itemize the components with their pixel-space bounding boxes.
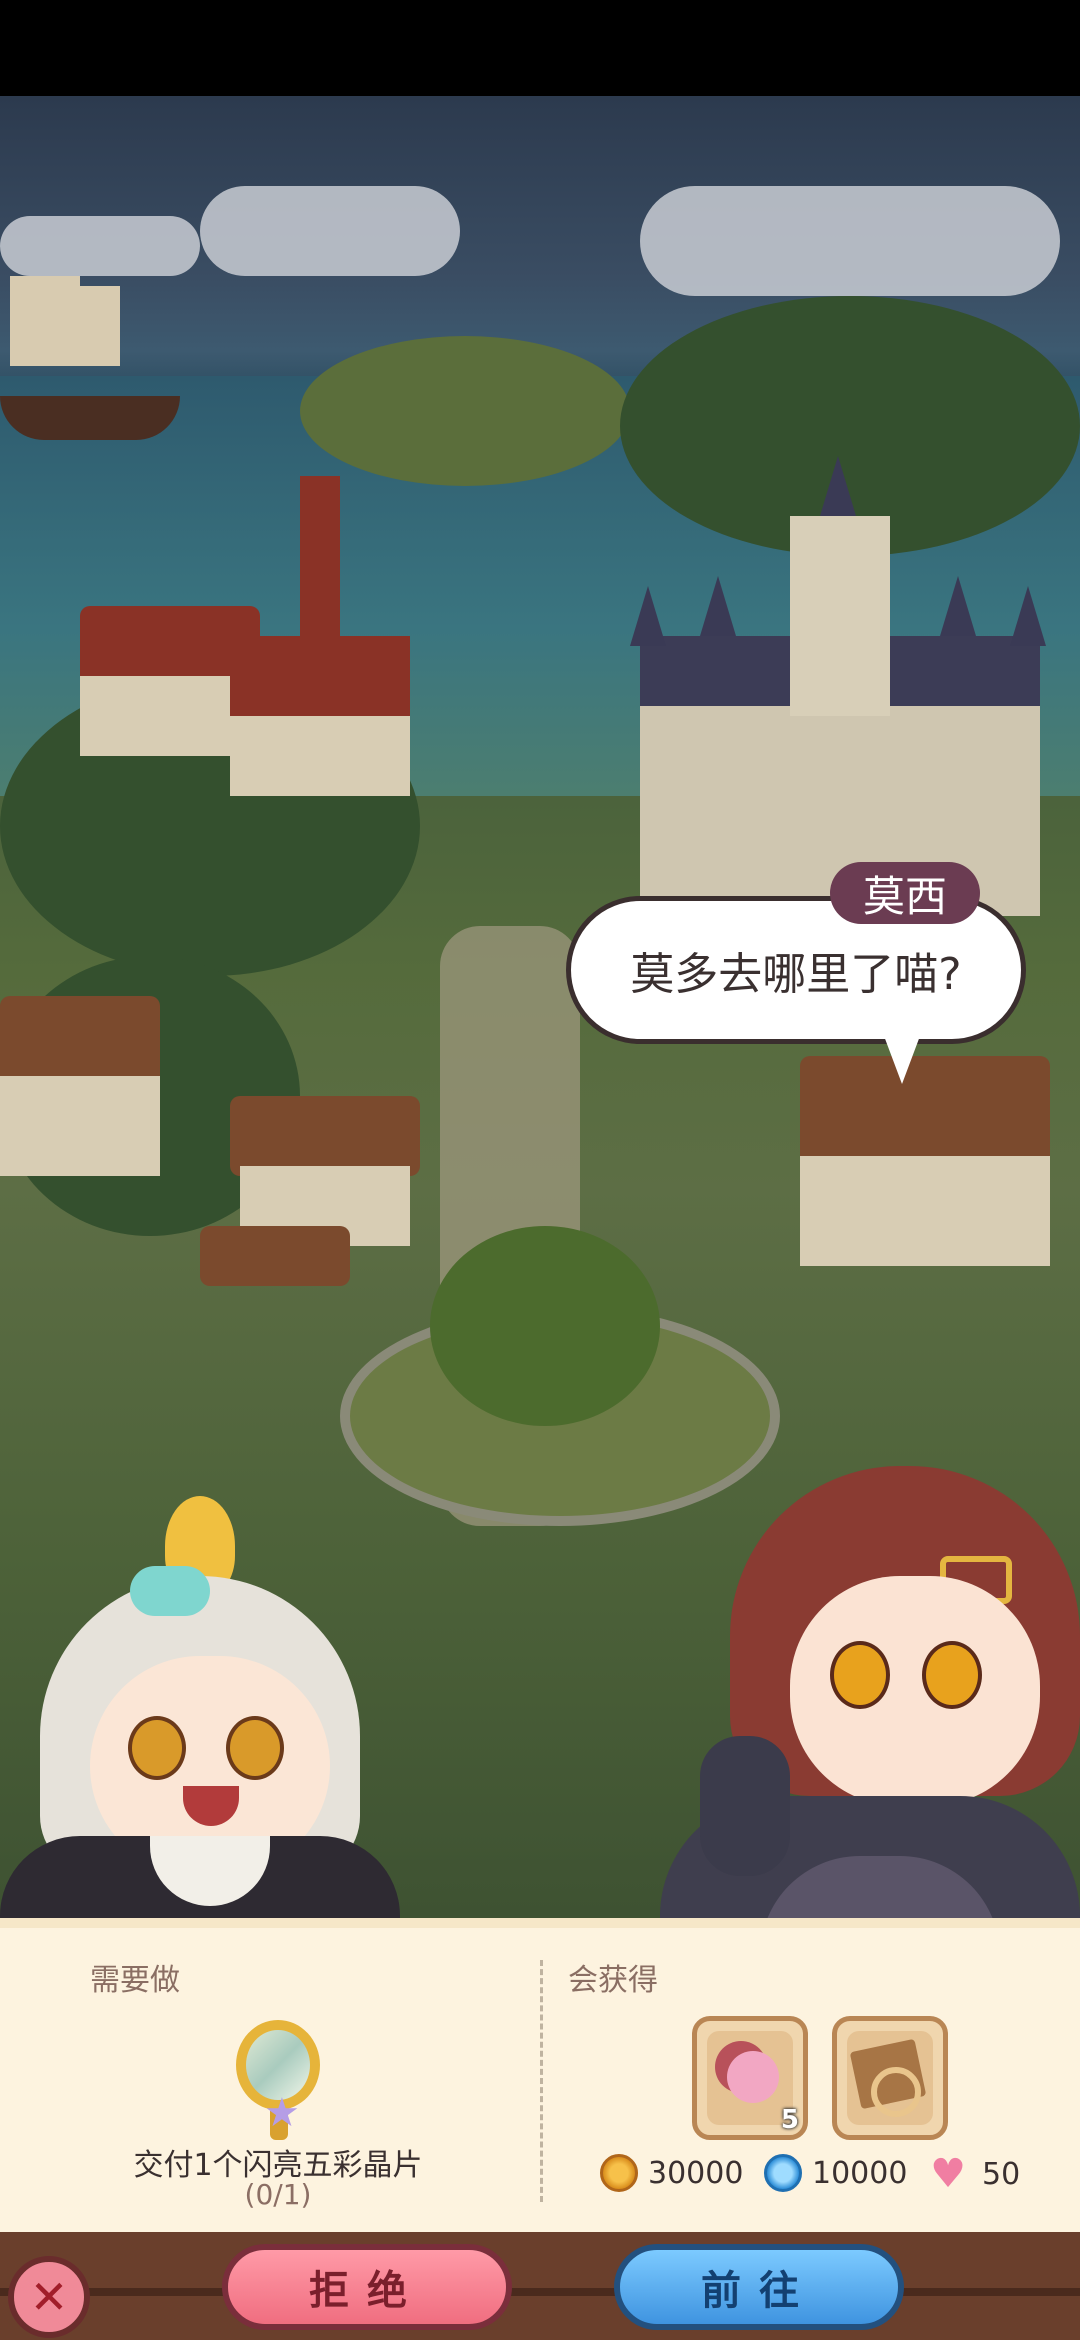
task-progress: (0/1) bbox=[244, 2178, 312, 2211]
speech-bubble-tail bbox=[884, 1036, 920, 1084]
reward-slot-macaron[interactable]: 5 bbox=[692, 2016, 808, 2140]
speaker-name-tag: 莫西 bbox=[830, 862, 980, 924]
heart-icon: ♥ bbox=[930, 2151, 966, 2197]
church-building bbox=[80, 476, 410, 796]
great-tree bbox=[430, 1226, 660, 1426]
todo-section-label: 需要做 bbox=[90, 1963, 180, 1998]
heart-reward: ♥ 50 bbox=[928, 2154, 1020, 2194]
gold-amount: 30000 bbox=[648, 2155, 744, 2191]
close-icon: ✕ bbox=[29, 2270, 69, 2324]
status-bar bbox=[0, 0, 1080, 96]
gold-reward: 30000 bbox=[600, 2154, 743, 2192]
blue-gem-icon bbox=[764, 2154, 802, 2192]
gem-reward: 10000 bbox=[764, 2154, 907, 2192]
reward-count: 5 bbox=[780, 2105, 799, 2135]
heart-amount: 50 bbox=[982, 2156, 1021, 2192]
bottom-rail bbox=[0, 2288, 1080, 2296]
reject-button[interactable]: 拒绝 bbox=[222, 2244, 512, 2330]
bottom-action-bar bbox=[0, 2232, 1080, 2340]
village-houses-right bbox=[780, 1056, 1080, 1286]
reward-section-label: 会获得 bbox=[568, 1963, 658, 1998]
close-button[interactable]: ✕ bbox=[8, 2256, 90, 2338]
gold-coin-icon bbox=[600, 2154, 638, 2192]
reward-slot-map[interactable] bbox=[832, 2016, 948, 2140]
quest-panel-edge bbox=[0, 1918, 1080, 1928]
go-button[interactable]: 前往 bbox=[614, 2244, 904, 2330]
sailing-ship bbox=[0, 246, 190, 456]
village-houses-left bbox=[0, 996, 420, 1296]
gem-amount: 10000 bbox=[812, 2155, 908, 2191]
dialogue-text: 莫多去哪里了喵? bbox=[630, 949, 962, 1000]
